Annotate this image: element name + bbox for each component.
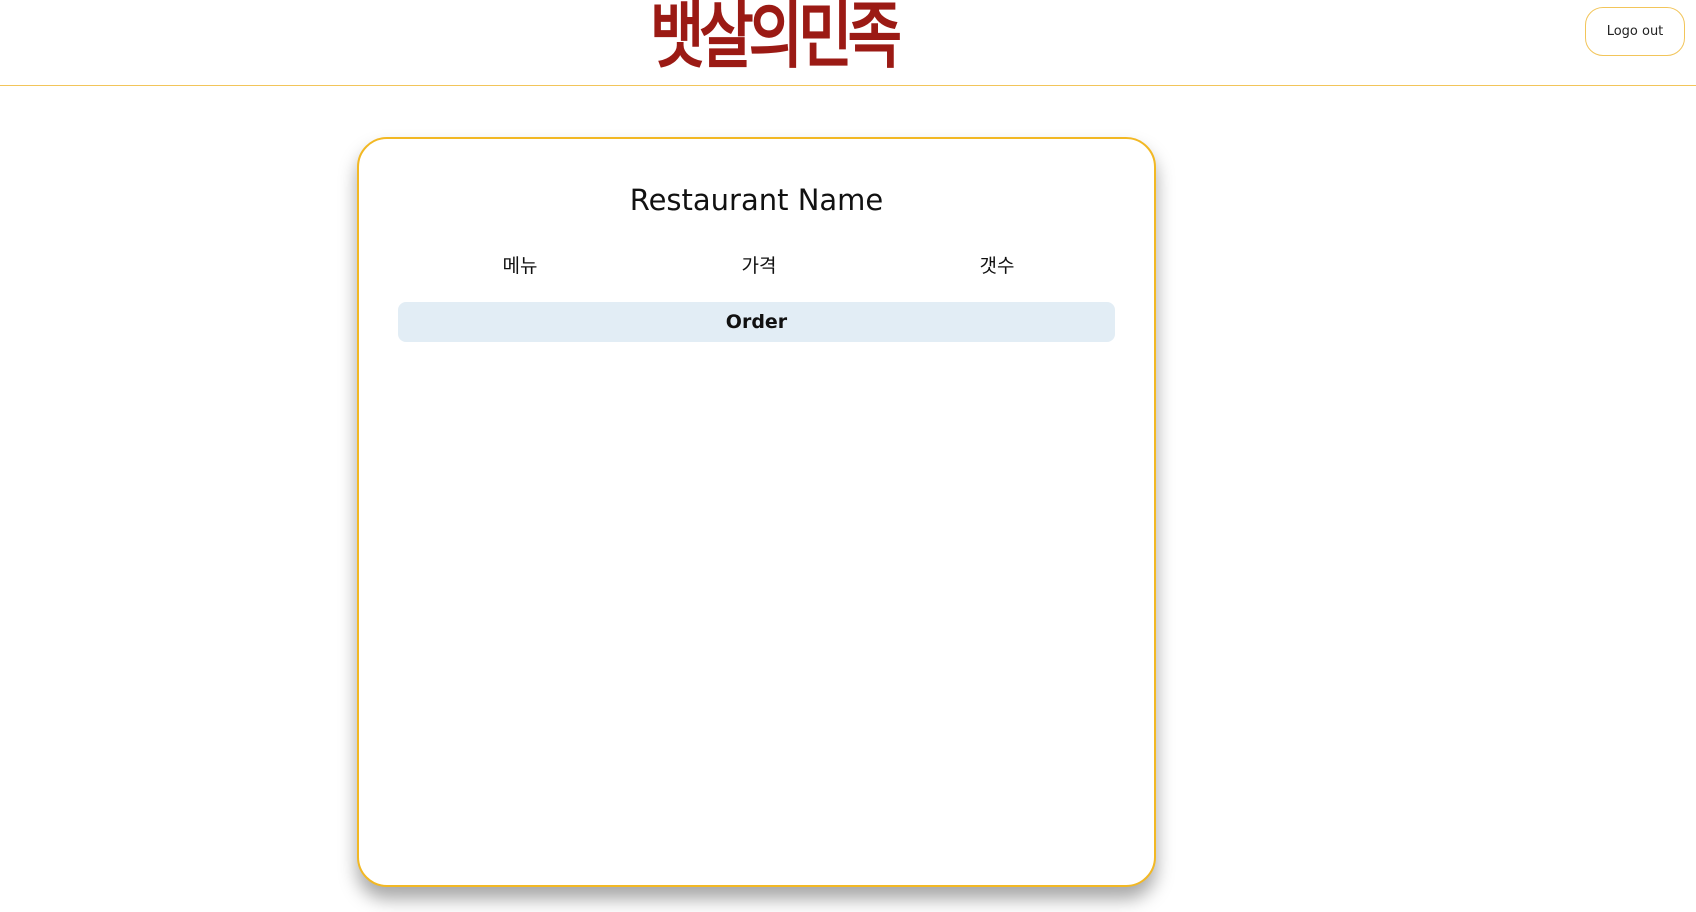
brand-logo: 뱃살의민족 bbox=[650, 0, 902, 78]
logout-button[interactable]: Logo out bbox=[1585, 7, 1685, 56]
column-header-quantity: 갯수 bbox=[979, 255, 1015, 277]
restaurant-name: Restaurant Name bbox=[629, 183, 884, 217]
column-header-price: 가격 bbox=[741, 255, 777, 277]
order-button[interactable]: Order bbox=[398, 302, 1115, 342]
column-header-menu: 메뉴 bbox=[502, 255, 538, 277]
top-header: 뱃살의민족 Logo out bbox=[0, 0, 1696, 86]
order-card: Restaurant Name 메뉴 가격 갯수 Order bbox=[357, 137, 1156, 887]
